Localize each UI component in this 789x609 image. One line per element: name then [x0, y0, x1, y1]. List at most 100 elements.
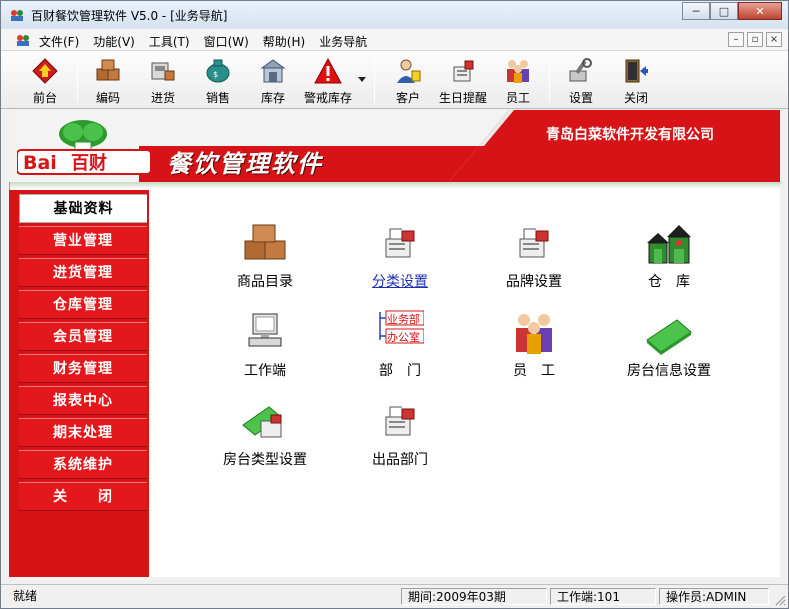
divider	[10, 182, 781, 189]
item-label: 工作端	[244, 363, 286, 379]
toolbar-purchase-button[interactable]: 进货	[135, 53, 191, 107]
warehouse-building-icon	[647, 225, 691, 264]
toolbar-front-desk-button[interactable]: 前台	[17, 53, 73, 107]
toolbar-separator	[374, 57, 375, 103]
toolbar-separator	[77, 57, 78, 103]
sidebar-item-close[interactable]: 关 闭	[19, 482, 147, 511]
item-label: 出品部门	[372, 452, 428, 468]
toolbar-stock-button[interactable]: 库存	[245, 53, 301, 107]
logo: Bai 百财	[16, 116, 152, 176]
chevron-down-icon[interactable]	[357, 75, 367, 83]
app-window: 百财餐饮管理软件 V5.0 - [业务导航] ─ □ ✕ 文件(F) 功能(V)…	[0, 0, 789, 609]
brand-icon	[519, 228, 549, 258]
boxes-icon	[244, 224, 286, 260]
sidebar-item-finance[interactable]: 财务管理	[19, 354, 147, 383]
status-bar: 就绪 期间:2009年03期 工作端:101 操作员:ADMIN	[1, 584, 788, 608]
toolbar-exit-button[interactable]: 关闭	[608, 53, 664, 107]
boxes-icon	[96, 59, 120, 81]
room-table-type-item[interactable]: 房台类型设置	[210, 399, 320, 483]
toolbar-warning-stock-button[interactable]: 警戒库存	[300, 53, 356, 107]
app-icon[interactable]	[9, 7, 25, 23]
sidebar-item-basic-data[interactable]: 基础资料	[19, 194, 147, 223]
menu-business-nav[interactable]: 业务导航	[319, 33, 367, 50]
purchase-icon	[151, 62, 175, 81]
toolbar-label: 前台	[32, 91, 57, 105]
toolbar-label: 客户	[395, 91, 420, 105]
toolbar-label: 销售	[205, 91, 230, 105]
warehouse-icon	[260, 59, 286, 83]
menu-bar: 文件(F) 功能(V) 工具(T) 窗口(W) 帮助(H) 业务导航 – ▫ ×	[1, 29, 788, 51]
menu-file[interactable]: 文件(F)	[39, 33, 79, 50]
warehouse-item[interactable]: 仓 库	[614, 221, 724, 305]
maximize-button[interactable]: □	[710, 2, 738, 20]
status-ready: 就绪	[13, 589, 38, 603]
toolbar-birthday-button[interactable]: 生日提醒	[435, 53, 491, 107]
menu-help[interactable]: 帮助(H)	[263, 33, 305, 50]
mdi-minimize-button[interactable]: –	[728, 32, 744, 47]
staff-icon	[516, 314, 552, 354]
sidebar-item-purchase[interactable]: 进货管理	[19, 258, 147, 287]
svg-text:Bai: Bai	[23, 152, 57, 174]
product-catalog-item[interactable]: 商品目录	[210, 221, 320, 305]
room-table-info-item[interactable]: 房台信息设置	[614, 310, 724, 394]
staff-icon	[507, 60, 529, 83]
status-period: 期间:2009年03期	[401, 588, 547, 605]
company-name: 青岛白菜软件开发有限公司	[546, 127, 714, 143]
item-label: 房台类型设置	[223, 452, 307, 468]
minimize-button[interactable]: ─	[682, 2, 710, 20]
output-department-item[interactable]: 出品部门	[345, 399, 455, 483]
toolbar-staff-button[interactable]: 员工	[490, 53, 546, 107]
category-settings-item[interactable]: 分类设置	[345, 221, 455, 305]
front-desk-icon	[32, 58, 58, 84]
toolbar-label: 编码	[95, 91, 120, 105]
toolbar-code-button[interactable]: 编码	[80, 53, 136, 107]
menu-tools[interactable]: 工具(T)	[149, 33, 190, 50]
sidebar-item-period-end[interactable]: 期末处理	[19, 418, 147, 447]
document-icon[interactable]	[15, 32, 31, 48]
mdi-restore-button[interactable]: ▫	[747, 32, 763, 47]
item-label: 仓 库	[648, 274, 690, 290]
workstation-item[interactable]: 工作端	[210, 310, 320, 394]
brand-settings-item[interactable]: 品牌设置	[479, 221, 589, 305]
item-label: 部 门	[379, 363, 421, 379]
sidebar-item-business[interactable]: 营业管理	[19, 226, 147, 255]
sidebar-item-member[interactable]: 会员管理	[19, 322, 147, 351]
exit-icon	[625, 59, 648, 83]
table-type-icon	[242, 406, 282, 438]
department-item[interactable]: 业务部 办公室 部 门	[345, 310, 455, 394]
item-label[interactable]: 分类设置	[345, 271, 455, 291]
dept-label-business: 业务部	[387, 313, 420, 326]
title-bar: 百财餐饮管理软件 V5.0 - [业务导航] ─ □ ✕	[1, 1, 788, 29]
green-folder-icon	[646, 319, 692, 355]
status-operator: 操作员:ADMIN	[659, 588, 769, 605]
toolbar-label: 关闭	[623, 91, 648, 105]
toolbar-label: 生日提醒	[438, 91, 487, 105]
dept-label-office: 办公室	[387, 331, 420, 344]
toolbar-label: 进货	[150, 91, 175, 105]
sidebar-item-maintenance[interactable]: 系统维护	[19, 450, 147, 479]
banner-title: 餐饮管理软件	[167, 150, 323, 178]
item-label: 房台信息设置	[627, 363, 711, 379]
item-label: 员 工	[513, 363, 555, 379]
category-icon	[385, 228, 415, 258]
sidebar-item-warehouse[interactable]: 仓库管理	[19, 290, 147, 319]
toolbar-label: 员工	[505, 91, 530, 105]
toolbar-sales-button[interactable]: $ 销售	[190, 53, 246, 107]
toolbar-customer-button[interactable]: 客户	[380, 53, 436, 107]
window-title: 百财餐饮管理软件 V5.0 - [业务导航]	[31, 9, 228, 23]
sidebar-item-reports[interactable]: 报表中心	[19, 386, 147, 415]
menu-function[interactable]: 功能(V)	[93, 33, 135, 50]
mdi-close-button[interactable]: ×	[766, 32, 782, 47]
item-label: 品牌设置	[506, 274, 562, 290]
close-button[interactable]: ✕	[738, 2, 782, 20]
menu-window[interactable]: 窗口(W)	[204, 33, 249, 50]
resize-grip-icon[interactable]	[774, 594, 786, 606]
toolbar-settings-button[interactable]: 设置	[553, 53, 609, 107]
svg-text:百财: 百财	[71, 152, 107, 174]
toolbar-label: 设置	[568, 91, 593, 105]
sidebar: 基础资料 营业管理 进货管理 仓库管理 会员管理 财务管理 报表中心 期末处理 …	[9, 190, 149, 577]
toolbar-separator	[549, 57, 550, 103]
warning-icon	[314, 57, 342, 84]
staff-item[interactable]: 员 工	[479, 310, 589, 394]
settings-icon	[569, 58, 592, 82]
